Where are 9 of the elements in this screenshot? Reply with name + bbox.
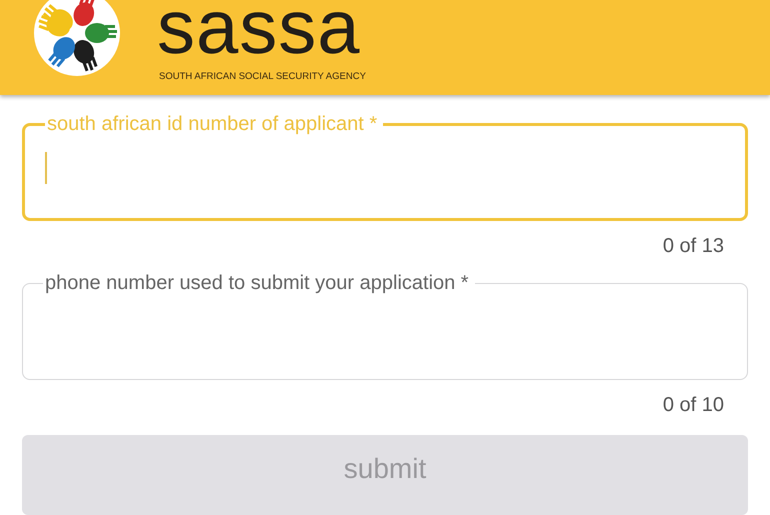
- field-label: south african id number of applicant *: [46, 113, 378, 136]
- text-cursor: [45, 152, 47, 184]
- brand-title: sassa: [157, 0, 362, 66]
- input-field[interactable]: phone number used to submit your application *: [22, 272, 748, 380]
- field-label: phone number used to submit your application *: [44, 272, 470, 295]
- input-field[interactable]: south african id number of applicant *: [22, 113, 748, 221]
- character-counter: 0 of 13: [662, 235, 724, 258]
- brand-subtitle: SOUTH AFRICAN SOCIAL SECURITY AGENCY: [159, 71, 366, 82]
- character-counter: 0 of 10: [662, 394, 724, 417]
